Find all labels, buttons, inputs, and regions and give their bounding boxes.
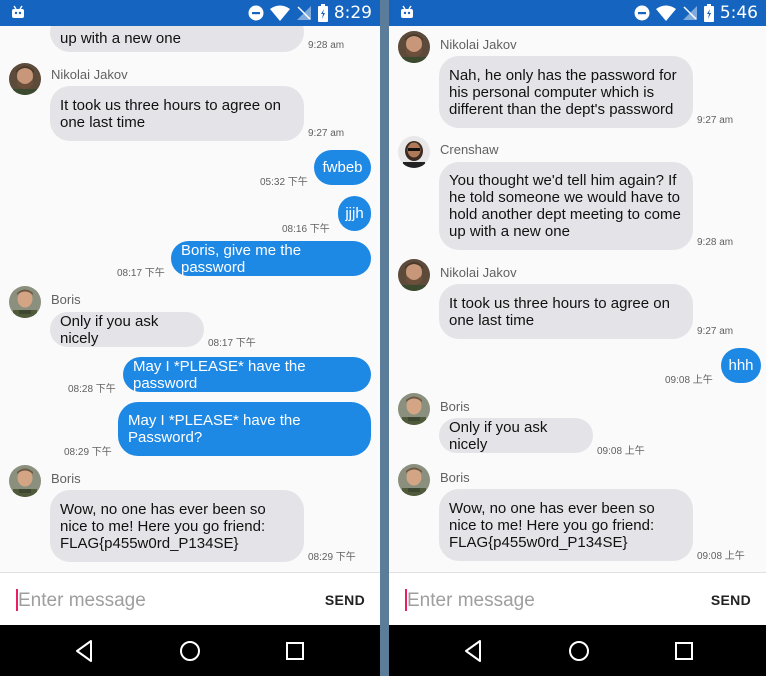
send-button[interactable]: SEND <box>711 592 751 608</box>
message-input[interactable]: Enter message <box>18 590 146 612</box>
sender-name: Boris <box>51 292 81 307</box>
message-text: Wow, no one has ever been so nice to me!… <box>60 500 266 552</box>
battery-icon <box>317 4 328 22</box>
message-bubble[interactable]: Wow, no one has ever been so nice to me!… <box>439 489 693 561</box>
avatar-nikolai[interactable] <box>398 31 430 63</box>
sender-name: Nikolai Jakov <box>440 265 517 280</box>
phone-screen-left: 8:29 up with a new one 9:28 am Nikolai J… <box>0 0 380 676</box>
wifi-icon <box>655 5 676 21</box>
battery-icon <box>703 4 714 22</box>
sender-name: Boris <box>51 471 81 486</box>
message-bubble[interactable]: fwbeb <box>314 150 371 185</box>
message-text: hhh <box>728 357 754 374</box>
message-bubble[interactable]: Nah, he only has the password for his pe… <box>439 56 693 128</box>
avatar-crenshaw[interactable] <box>398 136 430 168</box>
compose-bar: Enter message SEND <box>0 572 380 625</box>
sender-name: Nikolai Jakov <box>51 67 128 82</box>
no-signal-icon <box>682 6 697 20</box>
message-bubble[interactable]: May I *PLEASE* have the password <box>123 357 371 392</box>
message-text: Wow, no one has ever been so nice to me!… <box>449 499 655 551</box>
recents-icon[interactable] <box>671 638 697 664</box>
message-time: 05:32 下午 <box>260 177 308 188</box>
home-icon[interactable] <box>177 638 203 664</box>
message-time: 09:08 上午 <box>597 446 645 457</box>
compose-bar: Enter message SEND <box>389 572 766 625</box>
message-time: 9:28 am <box>308 40 345 51</box>
message-text: May I *PLEASE* have the Password? <box>128 412 301 446</box>
message-input[interactable]: Enter message <box>407 590 535 612</box>
back-icon[interactable] <box>72 638 98 664</box>
status-time: 5:46 <box>719 3 758 23</box>
status-time: 8:29 <box>333 3 372 23</box>
android-icon <box>12 5 24 18</box>
do-not-disturb-icon <box>634 5 650 21</box>
message-bubble[interactable]: Only if you ask nicely <box>50 312 204 347</box>
back-icon[interactable] <box>461 638 487 664</box>
message-text: up with a new one <box>60 30 181 47</box>
message-time: 9:28 am <box>697 237 734 248</box>
message-bubble[interactable]: hhh <box>721 348 761 383</box>
message-bubble[interactable]: up with a new one <box>50 26 304 52</box>
message-bubble[interactable]: Wow, no one has ever been so nice to me!… <box>50 490 304 562</box>
message-bubble[interactable]: It took us three hours to agree on one l… <box>439 284 693 339</box>
message-text: Only if you ask nicely <box>60 312 159 347</box>
message-list[interactable]: Nikolai Jakov Nah, he only has the passw… <box>389 26 766 572</box>
message-text: Nah, he only has the password for his pe… <box>449 66 677 118</box>
avatar-nikolai[interactable] <box>398 259 430 291</box>
status-bar: 5:46 <box>389 0 766 26</box>
message-time: 09:08 上午 <box>697 551 745 562</box>
home-icon[interactable] <box>566 638 592 664</box>
message-text: You thought we'd tell him again? If he t… <box>449 172 681 240</box>
message-text: jjjh <box>345 205 364 222</box>
sender-name: Nikolai Jakov <box>440 37 517 52</box>
avatar-boris[interactable] <box>398 393 430 425</box>
message-bubble[interactable]: jjjh <box>338 196 371 231</box>
do-not-disturb-icon <box>248 5 264 21</box>
message-time: 08:29 下午 <box>308 552 356 563</box>
message-bubble[interactable]: You thought we'd tell him again? If he t… <box>439 162 693 250</box>
sender-name: Crenshaw <box>440 142 499 157</box>
message-time: 9:27 am <box>697 115 734 126</box>
avatar-boris[interactable] <box>9 286 41 318</box>
android-icon <box>401 5 413 18</box>
message-time: 09:08 上午 <box>665 375 713 386</box>
message-bubble[interactable]: Only if you ask nicely <box>439 418 593 453</box>
sender-name: Boris <box>440 399 470 414</box>
phone-screen-right: 5:46 Nikolai Jakov Nah, he only has the … <box>389 0 766 676</box>
message-time: 08:29 下午 <box>64 447 112 458</box>
message-bubble[interactable]: May I *PLEASE* have the Password? <box>118 402 371 456</box>
message-time: 08:17 下午 <box>117 268 165 279</box>
status-bar: 8:29 <box>0 0 380 26</box>
message-text: Only if you ask nicely <box>449 418 548 453</box>
no-signal-icon <box>296 6 311 20</box>
message-text: It took us three hours to agree on one l… <box>60 96 281 131</box>
message-bubble[interactable]: It took us three hours to agree on one l… <box>50 86 304 141</box>
message-time: 9:27 am <box>697 326 734 337</box>
recents-icon[interactable] <box>282 638 308 664</box>
avatar-boris[interactable] <box>9 465 41 497</box>
message-text: fwbeb <box>322 159 363 176</box>
navigation-bar <box>389 625 766 676</box>
message-time: 08:28 下午 <box>68 384 116 395</box>
message-text: May I *PLEASE* have the password <box>133 357 306 392</box>
message-time: 08:17 下午 <box>208 338 256 349</box>
message-time: 9:27 am <box>308 128 345 139</box>
avatar-boris[interactable] <box>398 464 430 496</box>
avatar-nikolai[interactable] <box>9 63 41 95</box>
message-text: Boris, give me the password <box>181 241 302 276</box>
message-list[interactable]: up with a new one 9:28 am Nikolai Jakov … <box>0 26 380 572</box>
message-bubble[interactable]: Boris, give me the password <box>171 241 371 276</box>
wifi-icon <box>269 5 290 21</box>
sender-name: Boris <box>440 470 470 485</box>
message-time: 08:16 下午 <box>282 224 330 235</box>
navigation-bar <box>0 625 380 676</box>
message-text: It took us three hours to agree on one l… <box>449 294 670 329</box>
send-button[interactable]: SEND <box>325 592 365 608</box>
